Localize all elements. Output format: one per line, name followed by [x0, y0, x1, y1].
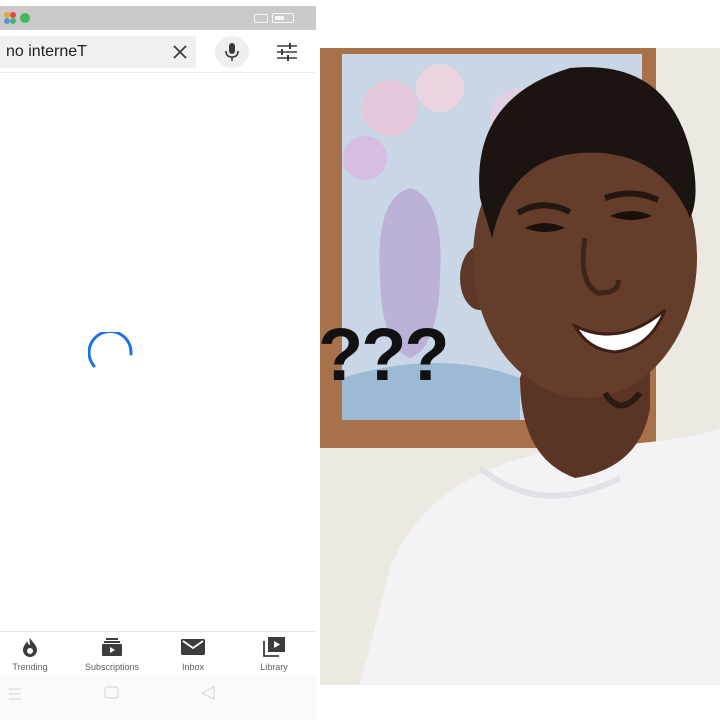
- meme-caption: ???: [318, 313, 450, 396]
- flame-icon: [22, 636, 38, 658]
- search-bar: no interneT: [0, 36, 316, 68]
- loading-spinner-icon: [87, 329, 136, 372]
- divider: [0, 72, 316, 73]
- close-icon[interactable]: [168, 40, 192, 64]
- nav-label-trending: Trending: [12, 662, 48, 672]
- bottom-navigation: Trending Subscriptions Inbox Library: [0, 631, 316, 676]
- search-input[interactable]: no interneT: [0, 36, 196, 68]
- nav-label-subscriptions: Subscriptions: [84, 662, 140, 672]
- microphone-icon[interactable]: [215, 36, 249, 68]
- nav-label-inbox: Inbox: [181, 662, 205, 672]
- subscriptions-icon: [102, 636, 122, 658]
- status-bar: [0, 6, 316, 30]
- nav-item-inbox[interactable]: Inbox: [153, 636, 233, 674]
- filter-sliders-icon[interactable]: [272, 40, 302, 64]
- phone-screenshot: no interneT Trending Subscriptions Inbox…: [0, 0, 316, 720]
- nav-item-library[interactable]: Library: [234, 636, 314, 674]
- inbox-icon: [181, 636, 205, 658]
- system-navigation-bar: [0, 676, 316, 720]
- nav-item-subscriptions[interactable]: Subscriptions: [72, 636, 152, 674]
- library-icon: [263, 636, 285, 658]
- notification-icons: [4, 12, 34, 24]
- back-triangle-icon: [200, 686, 215, 700]
- search-query-text: no interneT: [6, 43, 87, 60]
- home-square-icon: [104, 686, 119, 699]
- nav-label-library: Library: [260, 662, 288, 672]
- vibrate-icon: [254, 14, 268, 23]
- nav-item-trending[interactable]: Trending: [0, 636, 70, 674]
- menu-lines-icon: [9, 688, 21, 700]
- battery-icon: [272, 13, 294, 23]
